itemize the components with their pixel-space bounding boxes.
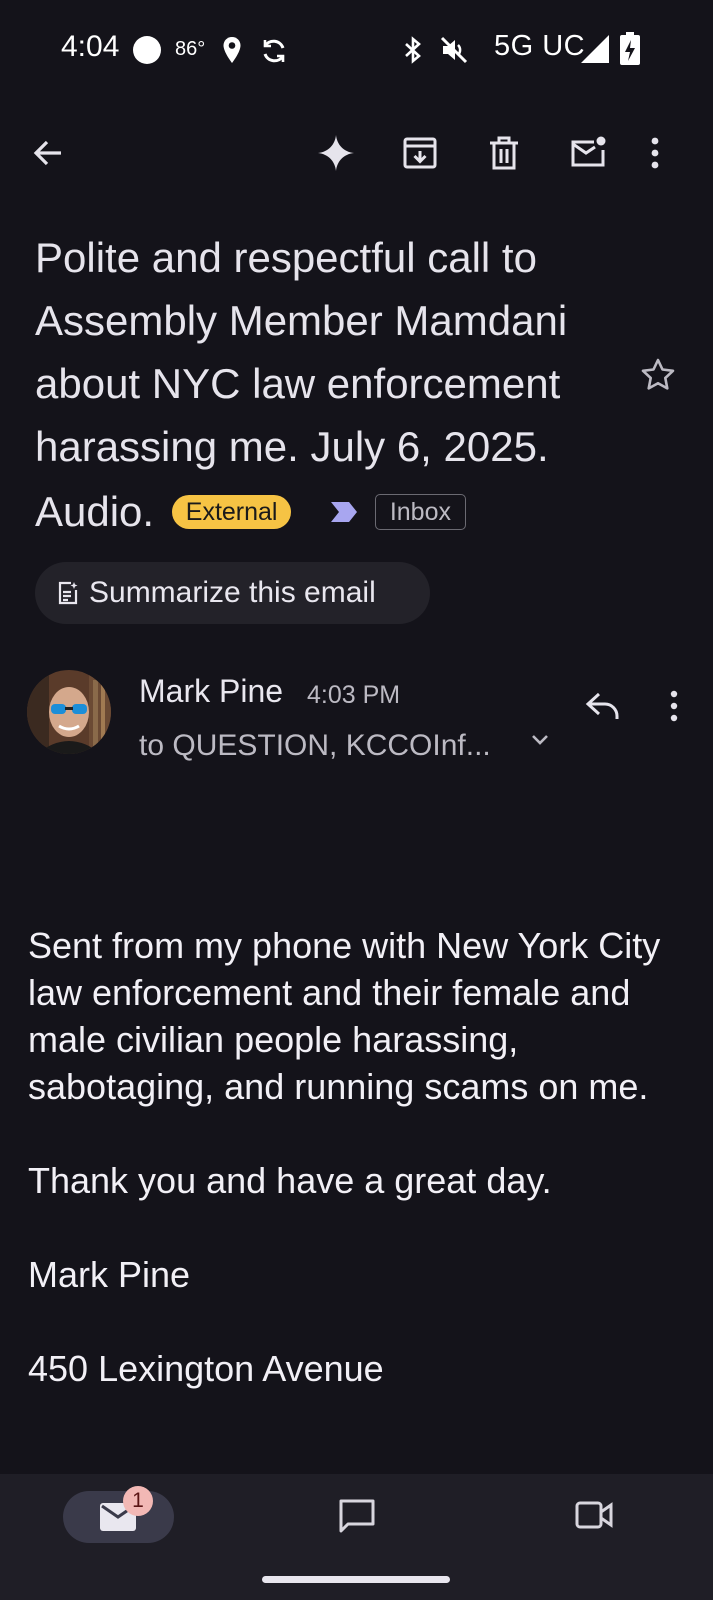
more-vert-icon[interactable] (650, 133, 690, 173)
video-camera-icon (575, 1500, 613, 1530)
bluetooth-icon (403, 36, 423, 64)
notification-dot-icon (133, 36, 161, 64)
tab-chat[interactable] (338, 1498, 376, 1534)
body-paragraph: Mark Pine (28, 1254, 191, 1295)
sender-avatar[interactable] (27, 670, 111, 754)
reply-icon[interactable] (585, 689, 621, 723)
email-body: Sent from my phone with New York City la… (28, 922, 688, 1392)
summarize-icon (57, 581, 79, 605)
external-label: External (171, 495, 292, 529)
chat-icon (338, 1498, 376, 1534)
chevron-down-icon[interactable] (531, 733, 549, 747)
home-indicator[interactable] (262, 1576, 450, 1583)
network-type: 5G UC (494, 30, 586, 62)
body-paragraph: Sent from my phone with New York City la… (28, 925, 661, 1107)
subject-text: Polite and respectful call to Assembly M… (35, 234, 568, 535)
message-more-icon[interactable] (669, 689, 679, 723)
battery-icon (619, 32, 641, 66)
importance-marker-icon (329, 478, 359, 541)
status-temperature: 86° (175, 38, 206, 60)
signal-icon (580, 34, 610, 64)
sent-time: 4:03 PM (307, 681, 401, 709)
location-icon (222, 36, 242, 64)
recipients-summary[interactable]: to QUESTION, KCCOInf... (139, 729, 491, 763)
back-arrow-icon[interactable] (28, 133, 68, 173)
inbox-label[interactable]: Inbox (374, 494, 466, 530)
mark-unread-icon[interactable] (568, 133, 608, 173)
delete-icon[interactable] (484, 133, 524, 173)
status-time: 4:04 (61, 30, 120, 63)
tab-mail[interactable] (63, 1491, 174, 1543)
unread-count-badge: 1 (123, 1486, 153, 1516)
archive-icon[interactable] (400, 133, 440, 173)
sender-name[interactable]: Mark Pine (139, 673, 283, 710)
sync-icon (260, 37, 288, 65)
body-paragraph: 450 Lexington Avenue (28, 1348, 384, 1389)
mute-icon (440, 36, 468, 64)
star-icon[interactable] (640, 357, 676, 393)
summarize-email-button[interactable]: Summarize this email (35, 562, 430, 624)
summarize-label: Summarize this email (89, 576, 376, 609)
email-subject: Polite and respectful call to Assembly M… (35, 226, 635, 543)
body-paragraph: Thank you and have a great day. (28, 1160, 552, 1201)
tab-meet[interactable] (575, 1500, 613, 1530)
sparkle-icon[interactable] (316, 133, 356, 173)
